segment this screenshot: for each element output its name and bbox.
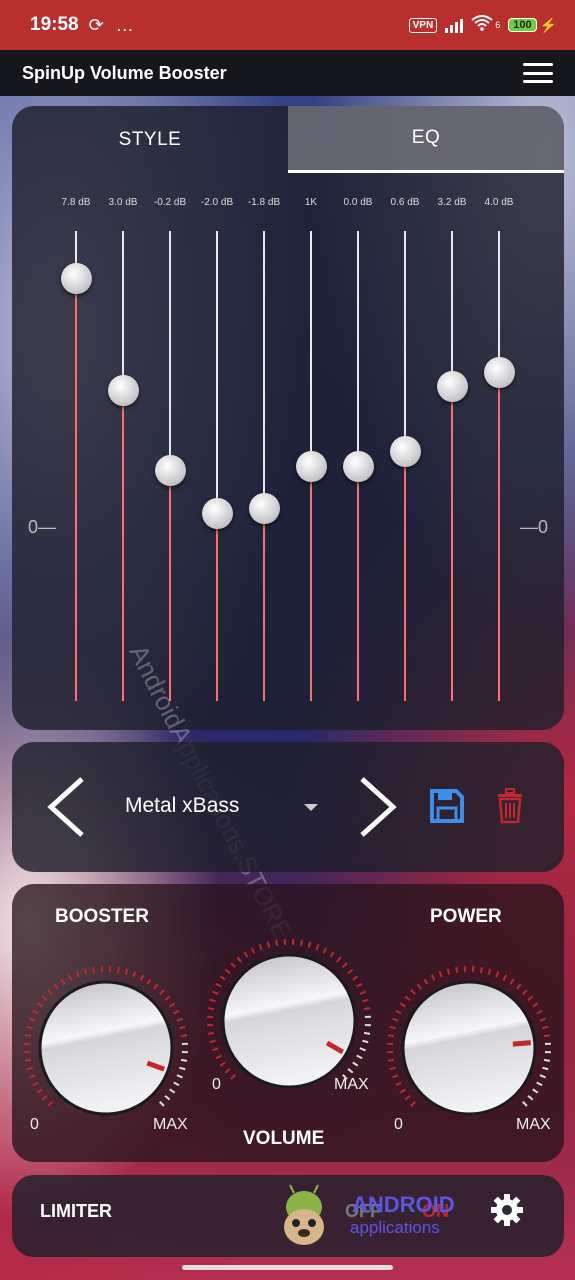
eq-band-label: -1.8 dB <box>247 197 281 208</box>
android-mascot-logo <box>284 1184 324 1245</box>
eq-band-fill <box>404 451 406 701</box>
status-bar: 19:58 ⟳ … VPN 6 100 ⚡ <box>0 0 575 50</box>
eq-band-label: 3.2 dB <box>437 197 467 208</box>
eq-band-8: 3.2 dB <box>429 173 475 730</box>
eq-band-6: 0.0 dB <box>335 173 381 730</box>
notification-swirl-icon: ⟳ <box>88 14 104 35</box>
eq-band-knob[interactable] <box>61 262 92 294</box>
eq-band-knob[interactable] <box>249 492 280 524</box>
booster-knob[interactable] <box>24 966 188 1130</box>
previous-preset-arrow-icon[interactable] <box>46 776 86 838</box>
knob-panel: BOOSTER POWER VOLUME 0 MAX 0 MAX 0 MAX <box>12 884 564 1162</box>
eq-band-label: 3.0 dB <box>108 197 138 208</box>
eq-band-knob[interactable] <box>484 356 515 388</box>
tab-eq[interactable]: EQ <box>288 106 564 173</box>
preset-dropdown-icon[interactable] <box>304 804 318 811</box>
eq-band-4: -1.8 dB <box>241 173 287 730</box>
eq-band-9: 4.0 dB <box>476 173 522 730</box>
booster-min-label: 0 <box>30 1116 39 1133</box>
wifi-icon <box>471 14 493 36</box>
save-icon[interactable] <box>429 788 465 824</box>
booster-title: BOOSTER <box>55 906 149 927</box>
tab-style[interactable]: STYLE <box>12 106 288 173</box>
power-title: POWER <box>430 906 502 927</box>
more-notifications-icon: … <box>115 14 135 35</box>
eq-band-label: 4.0 dB <box>484 197 514 208</box>
eq-band-label: 1K <box>304 197 318 208</box>
eq-band-knob[interactable] <box>108 375 139 407</box>
trash-icon[interactable] <box>496 788 524 824</box>
vpn-badge: VPN <box>408 17 438 33</box>
next-preset-arrow-icon[interactable] <box>358 776 398 838</box>
eq-band-label: 0.6 dB <box>390 197 420 208</box>
eq-band-fill <box>216 513 218 701</box>
eq-band-knob[interactable] <box>437 370 468 402</box>
eq-band-fill <box>357 466 359 701</box>
eq-band-2: -0.2 dB <box>147 173 193 730</box>
home-indicator[interactable] <box>182 1265 393 1270</box>
tab-bar: STYLE EQ <box>12 106 564 173</box>
eq-band-fill <box>75 278 77 701</box>
battery-level: 100 <box>508 18 537 32</box>
volume-title: VOLUME <box>243 1128 325 1149</box>
menu-icon[interactable] <box>523 63 553 83</box>
preset-name[interactable]: Metal xBass <box>125 794 239 818</box>
eq-band-0: 7.8 dB <box>53 173 99 730</box>
eq-band-knob[interactable] <box>343 450 374 482</box>
app-title: SpinUp Volume Booster <box>22 62 227 83</box>
volume-min-label: 0 <box>212 1076 221 1093</box>
brand-line-2: applications <box>350 1218 440 1237</box>
eq-band-label: 7.8 dB <box>61 197 91 208</box>
app-bar: SpinUp Volume Booster <box>0 50 575 96</box>
eq-band-fill <box>310 466 312 701</box>
eq-band-knob[interactable] <box>202 497 233 529</box>
power-min-label: 0 <box>394 1116 403 1133</box>
eq-band-label: -0.2 dB <box>153 197 187 208</box>
eq-band-7: 0.6 dB <box>382 173 428 730</box>
volume-max-label: MAX <box>334 1076 369 1093</box>
eq-body: 0— —0 7.8 dB 3.0 dB -0.2 dB -2.0 dB -1.8 dB 1… <box>12 173 564 730</box>
network-type: 6 <box>495 20 501 30</box>
charging-icon: ⚡ <box>539 16 557 33</box>
eq-band-knob[interactable] <box>296 450 327 482</box>
eq-band-fill <box>498 372 500 701</box>
eq-band-fill <box>169 470 171 701</box>
eq-band-5: 1K <box>288 173 334 730</box>
eq-band-fill <box>451 386 453 701</box>
eq-band-knob[interactable] <box>390 436 421 468</box>
eq-band-fill <box>263 508 265 701</box>
equalizer-panel: STYLE EQ 0— —0 7.8 dB 3.0 dB -0.2 dB -2.0 d… <box>12 106 564 730</box>
booster-max-label: MAX <box>153 1116 188 1133</box>
preset-panel: Metal xBass <box>12 742 564 872</box>
battery-icon: 100 ⚡ <box>508 17 557 34</box>
knob-indicator <box>512 1040 531 1047</box>
gear-icon[interactable] <box>490 1193 524 1227</box>
status-time: 19:58 <box>30 14 79 35</box>
eq-band-3: -2.0 dB <box>194 173 240 730</box>
eq-band-label: -2.0 dB <box>200 197 234 208</box>
eq-band-knob[interactable] <box>155 455 186 487</box>
eq-sliders: 7.8 dB 3.0 dB -0.2 dB -2.0 dB -1.8 dB 1K 0.0 d… <box>52 173 537 730</box>
signal-icon <box>445 17 464 33</box>
power-knob[interactable] <box>387 966 551 1130</box>
limiter-label: LIMITER <box>40 1201 112 1221</box>
eq-band-label: 0.0 dB <box>343 197 373 208</box>
power-max-label: MAX <box>516 1116 551 1133</box>
brand-line-1: ANDROID <box>352 1192 455 1217</box>
